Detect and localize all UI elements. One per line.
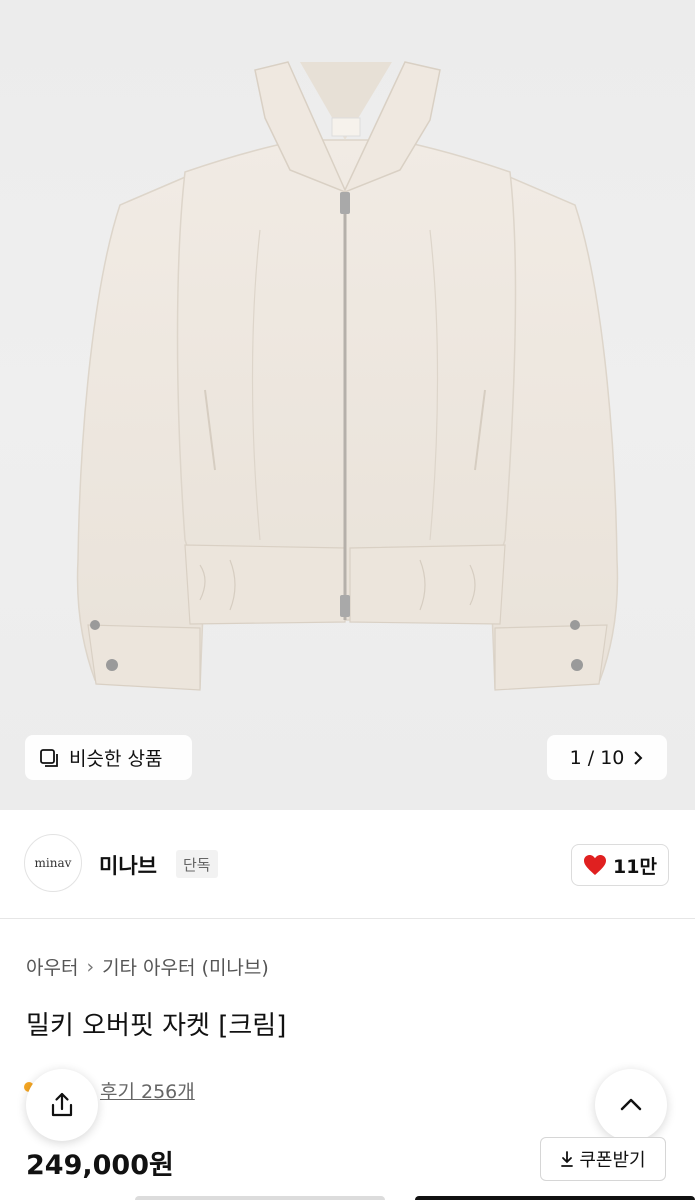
- breadcrumb-item-other-outer[interactable]: 기타 아우터 (미나브): [102, 953, 269, 980]
- share-button[interactable]: [26, 1069, 98, 1141]
- product-image: [76, 61, 619, 691]
- seller-row: minav 미나브 단독 11만: [0, 812, 695, 919]
- like-button[interactable]: 11만: [571, 844, 669, 886]
- share-icon: [51, 1092, 73, 1117]
- similar-products-button[interactable]: 비슷한 상품: [25, 735, 192, 780]
- similar-items-icon: [40, 748, 58, 767]
- bottom-secondary-action[interactable]: [135, 1196, 385, 1200]
- chevron-right-icon: ›: [86, 955, 95, 978]
- coupon-button[interactable]: 쿠폰받기: [540, 1137, 666, 1181]
- chevron-up-icon: [620, 1098, 642, 1111]
- product-title: 밀키 오버핏 자켓 [크림]: [26, 1011, 287, 1041]
- exclusive-badge: 단독: [176, 850, 218, 878]
- breadcrumb-item-outer[interactable]: 아우터: [26, 953, 78, 980]
- review-link[interactable]: 후기 256개: [100, 1077, 195, 1104]
- breadcrumb: 아우터 › 기타 아우터 (미나브): [26, 953, 269, 980]
- bottom-primary-action[interactable]: [415, 1196, 695, 1200]
- seller-logo[interactable]: minav: [24, 834, 82, 892]
- similar-products-label: 비슷한 상품: [69, 748, 163, 770]
- seller-logo-text: minav: [34, 856, 72, 870]
- coupon-label: 쿠폰받기: [579, 1150, 646, 1171]
- download-icon: [561, 1151, 574, 1167]
- chevron-right-icon: [634, 750, 643, 765]
- like-count: 11만: [613, 855, 657, 878]
- image-counter[interactable]: 1 / 10: [547, 735, 667, 780]
- image-counter-text: 1 / 10: [569, 746, 625, 769]
- product-image-gallery[interactable]: 비슷한 상품 1 / 10: [0, 0, 695, 810]
- heart-icon: [584, 855, 607, 875]
- seller-name[interactable]: 미나브: [99, 850, 157, 880]
- product-page: 비슷한 상품 1 / 10 minav 미나브 단독 11만 아우터 › 기타 …: [0, 0, 695, 1200]
- scroll-top-button[interactable]: [595, 1069, 667, 1141]
- product-price: 249,000원: [26, 1150, 174, 1181]
